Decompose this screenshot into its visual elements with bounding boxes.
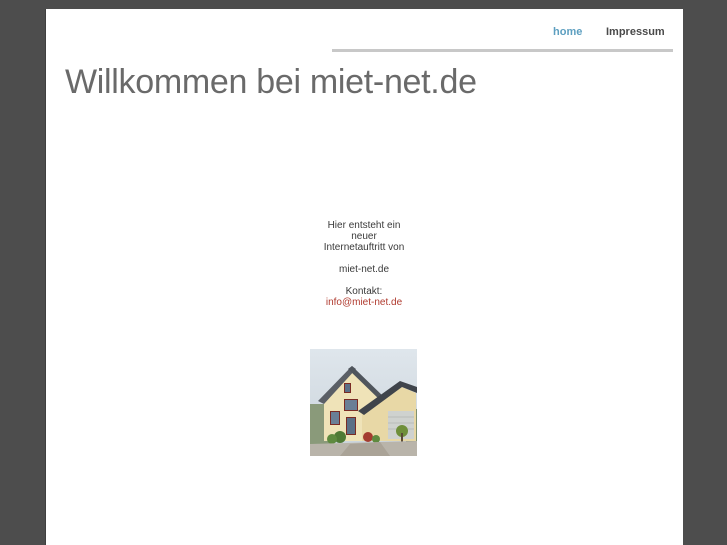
contact-label: Kontakt:: [345, 286, 383, 297]
content-block: Hier entsteht ein neuer Internetauftritt…: [284, 220, 444, 308]
nav-home-link[interactable]: home: [553, 26, 582, 38]
page-title: Willkommen bei miet-net.de: [65, 63, 477, 101]
site-name: miet-net.de: [338, 264, 390, 275]
intro-line-3: Internetauftritt von: [323, 242, 405, 253]
house-photo: [310, 349, 417, 456]
house-icon: [310, 349, 417, 456]
top-nav: home Impressum: [332, 9, 673, 52]
nav-impressum-link[interactable]: Impressum: [606, 26, 665, 38]
page-container: home Impressum Willkommen bei miet-net.d…: [45, 9, 683, 545]
intro-line-2: neuer: [351, 231, 377, 242]
email-link[interactable]: info@miet-net.de: [326, 297, 402, 308]
intro-line-1: Hier entsteht ein: [327, 220, 401, 231]
